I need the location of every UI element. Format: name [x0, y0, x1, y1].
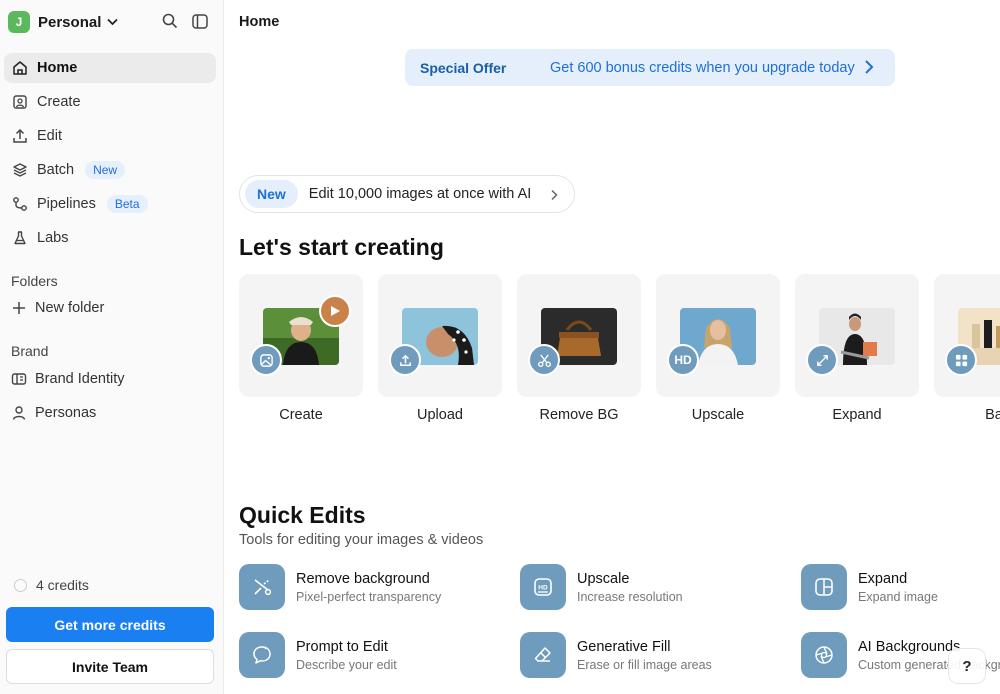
image-icon [250, 344, 282, 376]
folders-heading: Folders [11, 273, 58, 289]
nav-item-pipelines[interactable]: Pipelines Beta [4, 189, 216, 219]
scissors-icon [528, 344, 560, 376]
beta-badge: Beta [106, 195, 148, 213]
start-creating-heading: Let's start creating [239, 234, 444, 260]
new-banner-text: Edit 10,000 images at once with AI [308, 186, 532, 202]
quick-edit-generative-fill[interactable]: Generative Fill Erase or fill image areas [520, 632, 712, 678]
nav-label: Home [37, 60, 78, 76]
quick-edit-remove-background[interactable]: Remove background Pixel-perfect transpare… [239, 564, 441, 610]
main-content: Home Special Offer Get 600 bonus credits… [224, 0, 1000, 694]
page-title: Home [239, 14, 280, 30]
card-label: Bat [985, 407, 1000, 423]
upscale-card[interactable]: HD [656, 274, 780, 397]
search-icon[interactable] [162, 13, 178, 29]
chevron-down-icon [107, 18, 119, 26]
quick-edit-title: Prompt to Edit [296, 638, 388, 655]
quick-edit-title: Upscale [577, 570, 630, 587]
workspace-switcher[interactable]: J Personal [8, 10, 119, 34]
nav-item-edit[interactable]: Edit [4, 121, 216, 151]
new-feature-banner[interactable]: New Edit 10,000 images at once with AI [239, 175, 575, 213]
workspace-avatar: J [8, 11, 30, 33]
new-folder-button[interactable]: New folder [11, 297, 104, 319]
card-label: Remove BG [539, 407, 619, 423]
expand-frame-icon [801, 564, 847, 610]
credits-text: 4 credits [36, 577, 89, 593]
offer-title: Special Offer [420, 59, 507, 76]
sidebar-toggle-icon[interactable] [192, 14, 208, 29]
pipeline-icon [13, 197, 27, 211]
special-offer-banner[interactable]: Special Offer Get 600 bonus credits when… [405, 49, 895, 86]
remove-bg-card[interactable] [517, 274, 641, 397]
offer-text: Get 600 bonus credits when you upgrade t… [550, 59, 855, 76]
quick-edit-title: Remove background [296, 570, 430, 587]
quick-edit-expand[interactable]: Expand Expand image [801, 564, 938, 610]
quick-edit-upscale[interactable]: HD Upscale Increase resolution [520, 564, 683, 610]
brand-identity-label: Brand Identity [35, 371, 125, 387]
hd-icon: HD [667, 344, 699, 376]
nav-item-labs[interactable]: Labs [4, 223, 216, 253]
eraser-icon [520, 632, 566, 678]
card-label: Expand [832, 407, 882, 423]
credits-indicator: 4 credits [14, 577, 89, 593]
new-folder-label: New folder [35, 300, 105, 316]
help-button[interactable]: ? [948, 648, 986, 684]
chat-bubble-icon [239, 632, 285, 678]
card-label: Create [279, 407, 323, 423]
quick-edits-subtitle: Tools for editing your images & videos [239, 532, 484, 548]
brand-identity-item[interactable]: Brand Identity [11, 368, 124, 390]
nav-item-batch[interactable]: Batch New [4, 155, 216, 185]
card-label: Upscale [691, 407, 745, 423]
batch-card[interactable] [934, 274, 1000, 397]
image-frame-icon [13, 95, 27, 109]
personas-label: Personas [35, 405, 97, 421]
quick-edit-desc: Increase resolution [577, 589, 683, 604]
card-label: Upload [417, 407, 463, 423]
new-tag: New [245, 180, 298, 208]
brand-book-icon [11, 373, 27, 385]
nav-label: Create [37, 94, 81, 110]
quick-edit-desc: Pixel-perfect transparency [296, 589, 442, 604]
layers-icon [13, 163, 27, 177]
sidebar: J Personal Home Create Edit Batch New Pi… [0, 0, 224, 694]
get-more-credits-button[interactable]: Get more credits [6, 607, 214, 642]
nav-item-home[interactable]: Home [4, 53, 216, 83]
flask-icon [14, 231, 26, 245]
nav-item-create[interactable]: Create [4, 87, 216, 117]
nav-label: Edit [37, 128, 62, 144]
quick-edits-heading: Quick Edits [239, 502, 366, 528]
upload-icon [389, 344, 421, 376]
main-nav: Home Create Edit Batch New Pipelines Bet… [4, 53, 216, 257]
quick-edit-desc: Expand image [858, 589, 938, 604]
grid-icon [945, 344, 977, 376]
quick-edit-title: Generative Fill [577, 638, 671, 655]
plus-icon [13, 302, 25, 314]
create-card[interactable] [239, 274, 363, 397]
play-icon [319, 295, 351, 327]
upload-icon [13, 128, 27, 143]
person-icon [12, 406, 26, 420]
chevron-right-icon [865, 60, 874, 74]
quick-edit-desc: Describe your edit [296, 657, 397, 672]
personas-item[interactable]: Personas [11, 402, 96, 424]
workspace-name: Personal [38, 13, 102, 31]
svg-text:HD: HD [538, 585, 548, 592]
quick-edit-title: Expand [858, 570, 908, 587]
nav-label: Batch [37, 162, 75, 178]
quick-edit-desc: Erase or fill image areas [577, 657, 712, 672]
brand-heading: Brand [11, 343, 49, 359]
aperture-icon [801, 632, 847, 678]
home-icon [13, 61, 27, 75]
quick-edit-prompt-to-edit[interactable]: Prompt to Edit Describe your edit [239, 632, 397, 678]
nav-label: Pipelines [37, 196, 96, 212]
credits-ring-icon [14, 578, 27, 592]
scissors-icon [239, 564, 285, 610]
expand-card[interactable] [795, 274, 919, 397]
upload-card[interactable] [378, 274, 502, 397]
chevron-right-icon [551, 189, 558, 201]
invite-team-button[interactable]: Invite Team [6, 649, 214, 684]
new-badge: New [85, 161, 126, 179]
expand-arrows-icon [806, 344, 838, 376]
nav-label: Labs [37, 230, 69, 246]
hd-icon: HD [520, 564, 566, 610]
